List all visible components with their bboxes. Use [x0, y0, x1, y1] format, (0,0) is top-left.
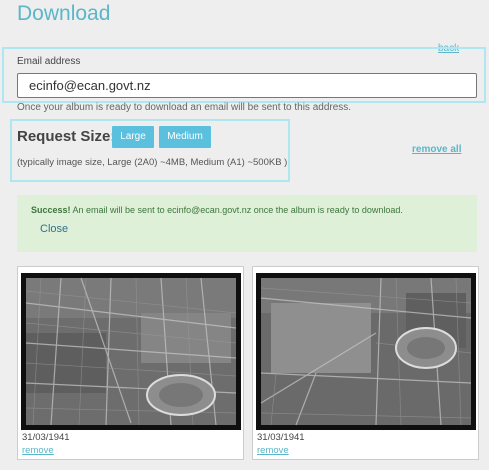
large-size-button[interactable]: Large: [112, 126, 154, 148]
remove-all-link[interactable]: remove all: [412, 144, 461, 155]
email-hint: Once your album is ready to download an …: [17, 102, 352, 113]
remove-photo-link[interactable]: remove: [257, 445, 289, 456]
album-card: 31/03/1941 remove: [17, 266, 244, 460]
photo-date: 31/03/1941: [257, 432, 305, 443]
alert-text: An email will be sent to ecinfo@ecan.gov…: [70, 205, 403, 215]
alert-message: Success! An email will be sent to ecinfo…: [31, 205, 403, 215]
email-field[interactable]: [17, 73, 477, 98]
aerial-photo: [21, 273, 241, 430]
alert-close-button[interactable]: Close: [40, 223, 68, 235]
request-size-hint: (typically image size, Large (2A0) ~4MB,…: [17, 157, 288, 168]
remove-photo-link[interactable]: remove: [22, 445, 54, 456]
album-card: 31/03/1941 remove: [252, 266, 479, 460]
photo-date: 31/03/1941: [22, 432, 70, 443]
aerial-photo: [256, 273, 476, 430]
medium-size-button[interactable]: Medium: [159, 126, 211, 148]
success-alert: Success! An email will be sent to ecinfo…: [17, 195, 477, 252]
email-label: Email address: [17, 56, 81, 67]
alert-strong: Success!: [31, 205, 71, 215]
request-size-label: Request Size:: [17, 128, 116, 145]
page-title: Download: [17, 2, 111, 25]
